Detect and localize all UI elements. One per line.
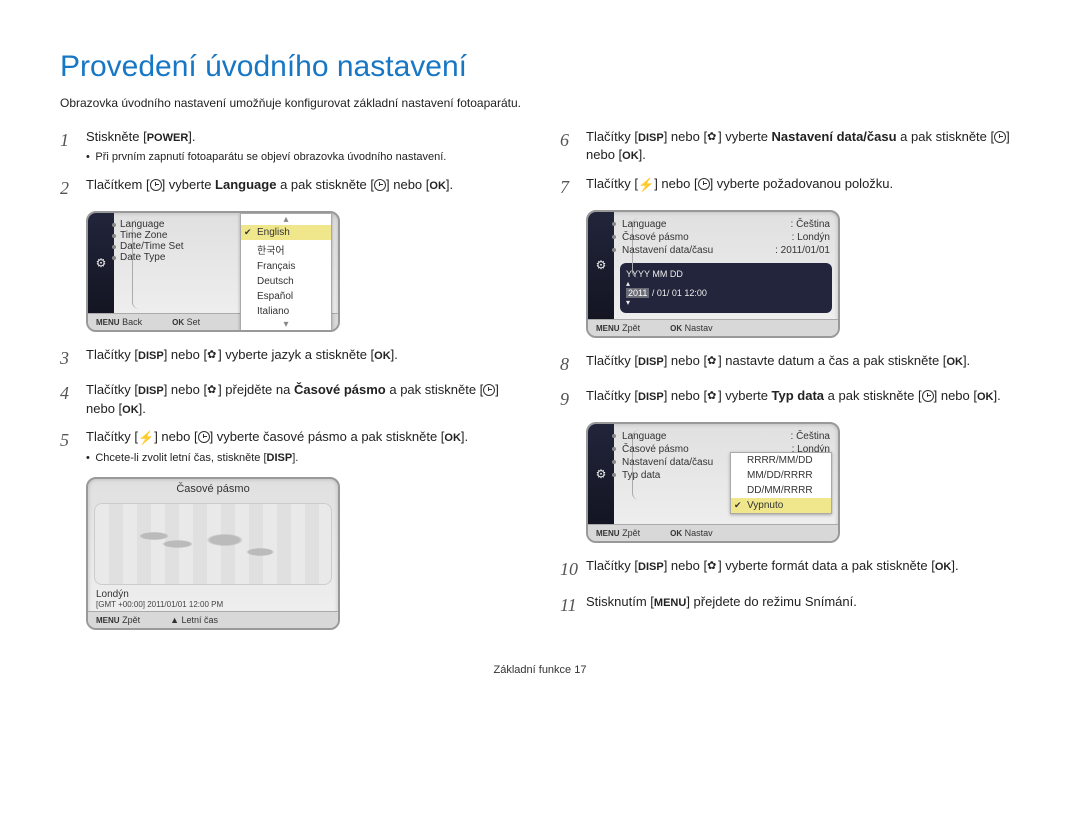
timer-icon xyxy=(374,179,386,191)
step-11: 11 Stisknutím [MENU] přejdete do režimu … xyxy=(560,593,1020,618)
macro-icon xyxy=(707,561,718,572)
step-2: 2 Tlačítkem [] vyberte Language a pak st… xyxy=(60,176,520,201)
macro-icon xyxy=(207,350,218,361)
list-item[interactable]: Deutsch xyxy=(241,274,331,289)
step-1: 1 Stiskněte [POWER]. Při prvním zapnutí … xyxy=(60,128,520,166)
list-item[interactable]: DD/MM/RRRR xyxy=(731,483,831,498)
step-4: 4 Tlačítky [DISP] nebo [] přejděte na Ča… xyxy=(60,381,520,418)
list-item[interactable]: Italiano xyxy=(241,304,331,319)
macro-icon xyxy=(707,356,718,367)
list-item[interactable]: MM/DD/RRRR xyxy=(731,468,831,483)
page-footer: Základní funkce 17 xyxy=(60,664,1020,676)
gear-icon: ⚙ xyxy=(596,258,607,272)
timer-icon xyxy=(198,431,210,443)
flash-icon: ⚡ xyxy=(138,429,154,447)
macro-icon xyxy=(707,132,718,143)
step-10: 10 Tlačítky [DISP] nebo [] vyberte formá… xyxy=(560,557,1020,582)
list-item[interactable]: RRRR/MM/DD xyxy=(731,453,831,468)
lcd-timezone: Časové pásmo Londýn [GMT +00:00] 2011/01… xyxy=(86,477,340,630)
lcd-datetype: ⚙ Language: Čeština Časové pásmo: Londýn… xyxy=(586,422,840,543)
gear-icon: ⚙ xyxy=(96,256,107,270)
page-intro: Obrazovka úvodního nastavení umožňuje ko… xyxy=(60,96,1020,110)
macro-icon xyxy=(707,391,718,402)
datetype-dropdown[interactable]: RRRR/MM/DD MM/DD/RRRR DD/MM/RRRR Vypnuto xyxy=(730,452,832,514)
timer-icon xyxy=(483,384,495,396)
list-item[interactable]: English xyxy=(241,225,331,240)
step-3: 3 Tlačítky [DISP] nebo [] vyberte jazyk … xyxy=(60,346,520,371)
power-label: POWER xyxy=(147,132,189,144)
list-item[interactable]: Español xyxy=(241,289,331,304)
step-7: 7 Tlačítky [⚡] nebo [] vyberte požadovan… xyxy=(560,175,1020,200)
world-map xyxy=(94,503,332,585)
step-9: 9 Tlačítky [DISP] nebo [] vyberte Typ da… xyxy=(560,387,1020,412)
macro-icon xyxy=(207,385,218,396)
lcd-datetime: ⚙ Language: Čeština Časové pásmo: Londýn… xyxy=(586,210,840,338)
gear-icon: ⚙ xyxy=(596,467,607,481)
step-5: 5 Tlačítky [⚡] nebo [] vyberte časové pá… xyxy=(60,428,520,467)
timer-icon xyxy=(994,131,1006,143)
timer-icon xyxy=(698,178,710,190)
step-1-note: Při prvním zapnutí fotoaparátu se objeví… xyxy=(97,150,520,165)
timer-icon xyxy=(922,390,934,402)
step-5-note: Chcete-li zvolit letní čas, stiskněte [D… xyxy=(97,451,520,466)
list-item[interactable]: 한국어 xyxy=(241,240,331,259)
list-item[interactable]: Français xyxy=(241,259,331,274)
date-editor[interactable]: YYYY MM DD ▴ 2011 / 01/ 01 12:00 ▾ xyxy=(620,263,832,313)
flash-icon: ⚡ xyxy=(638,176,654,194)
language-dropdown[interactable]: ▴ English 한국어 Français Deutsch Español I… xyxy=(240,213,332,331)
timer-icon xyxy=(150,179,162,191)
step-8: 8 Tlačítky [DISP] nebo [] nastavte datum… xyxy=(560,352,1020,377)
page-title: Provedení úvodního nastavení xyxy=(60,50,1020,84)
step-6: 6 Tlačítky [DISP] nebo [] vyberte Nastav… xyxy=(560,128,1020,165)
list-item[interactable]: Vypnuto xyxy=(731,498,831,513)
lcd-language: ⚙ Language Time Zone Date/Time Set Date … xyxy=(86,211,340,332)
